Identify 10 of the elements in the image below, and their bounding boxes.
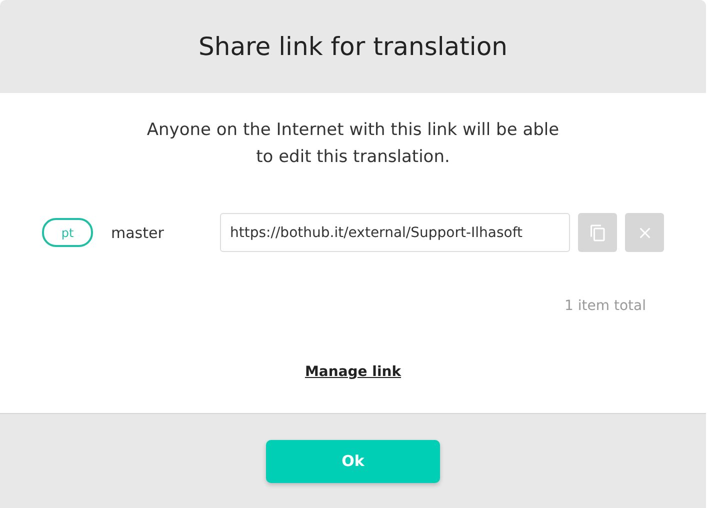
language-tag: pt [42, 218, 93, 247]
dialog-title: Share link for translation [198, 32, 508, 61]
branch-name: master [111, 224, 165, 242]
delete-button[interactable] [625, 213, 664, 252]
share-message: Anyone on the Internet with this link will be able to edit this translation. [146, 119, 560, 169]
copy-icon [588, 224, 606, 242]
copy-button[interactable] [578, 213, 617, 252]
manage-link[interactable]: Manage link [304, 364, 402, 380]
link-field[interactable]: https://bothub.it/external/Support-Ilhasoft [220, 213, 570, 252]
item-count: 1 item total [564, 298, 646, 314]
